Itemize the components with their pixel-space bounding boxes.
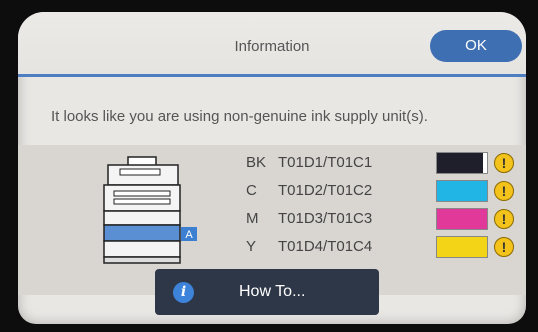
ink-code: T01D2/T01C2 <box>278 182 373 199</box>
warning-icon: ! <box>494 181 514 201</box>
ink-row-m: M T01D3/T01C3 ! <box>246 208 526 230</box>
ink-level-bar <box>436 236 488 258</box>
dialog-screen: Information OK It looks like you are usi… <box>18 12 526 324</box>
warning-icon: ! <box>494 209 514 229</box>
ink-label: Y <box>246 238 257 255</box>
info-icon: i <box>173 282 194 303</box>
ink-label: C <box>246 182 257 199</box>
ink-code: T01D4/T01C4 <box>278 238 373 255</box>
how-to-button[interactable]: i How To... <box>155 269 379 315</box>
ink-row-c: C T01D2/T01C2 ! <box>246 180 526 202</box>
dialog-header: Information OK <box>18 12 526 74</box>
printer-icon: A <box>103 156 197 264</box>
ink-code: T01D3/T01C3 <box>278 210 373 227</box>
ink-label: M <box>246 210 259 227</box>
header-divider <box>18 74 526 77</box>
ink-row-y: Y T01D4/T01C4 ! <box>246 236 526 258</box>
warning-icon: ! <box>494 153 514 173</box>
ink-level-bar <box>436 180 488 202</box>
warning-message: It looks like you are using non-genuine … <box>51 108 428 125</box>
ink-level-bar <box>436 208 488 230</box>
ink-row-bk: BK T01D1/T01C1 ! <box>246 152 526 174</box>
ink-level-bar <box>436 152 488 174</box>
ink-label: BK <box>246 154 267 171</box>
how-to-label: How To... <box>239 283 306 300</box>
ok-button[interactable]: OK <box>430 30 522 62</box>
ink-code: T01D1/T01C1 <box>278 154 373 171</box>
warning-icon: ! <box>494 237 514 257</box>
tray-label: A <box>185 229 193 241</box>
